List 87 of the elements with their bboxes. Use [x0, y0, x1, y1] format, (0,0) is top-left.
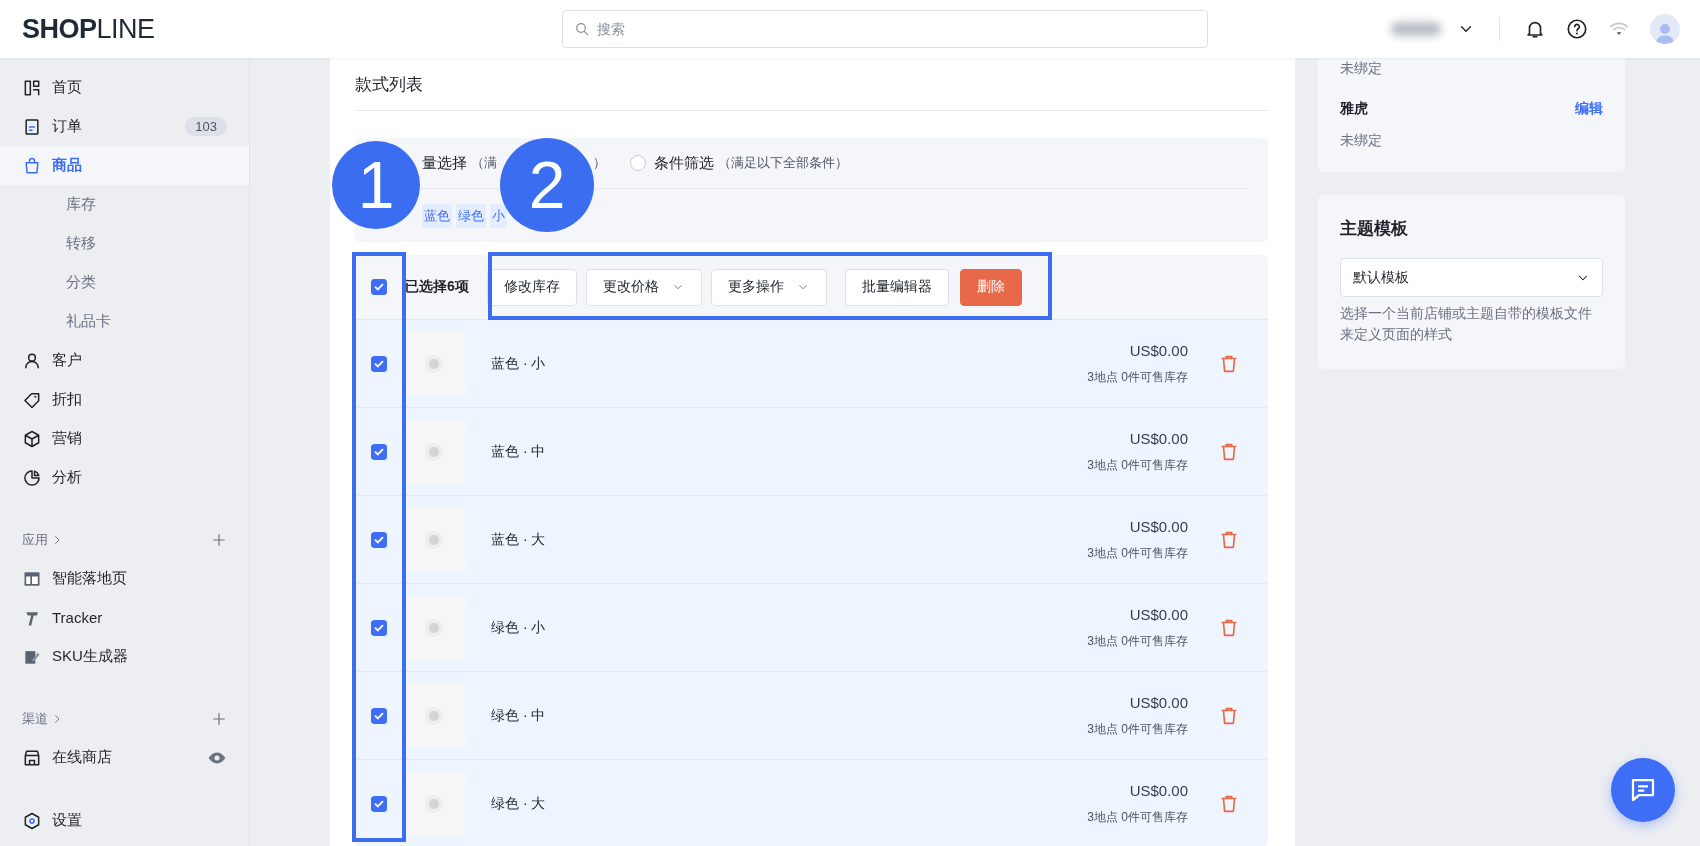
nav-item[interactable]: SKU生成器: [0, 637, 249, 676]
hexagon-gear-icon: [22, 810, 42, 831]
variant-row[interactable]: 蓝色 · 小 US$0.00 3地点 0件可售库存: [355, 319, 1268, 407]
section-title[interactable]: 应用: [22, 531, 48, 549]
hint-text: （满: [471, 154, 497, 172]
checkbox[interactable]: [371, 531, 387, 548]
pie-chart-icon: [22, 467, 42, 488]
logo[interactable]: SHOPLINE: [22, 13, 562, 45]
nav-item[interactable]: 库存: [0, 185, 249, 224]
nav-item[interactable]: 首页: [0, 68, 249, 107]
variant-row[interactable]: 蓝色 · 大 US$0.00 3地点 0件可售库存: [355, 495, 1268, 583]
checkmark-icon: [373, 281, 385, 293]
nav-item[interactable]: 礼品卡: [0, 302, 249, 341]
variant-name: 绿色 · 大: [491, 794, 547, 813]
price: US$0.00: [1129, 517, 1188, 535]
stock-info: 3地点 0件可售库存: [1087, 456, 1188, 474]
template-select[interactable]: 默认模板: [1340, 258, 1603, 297]
variant-row[interactable]: 绿色 · 大 US$0.00 3地点 0件可售库存: [355, 759, 1268, 846]
checkbox[interactable]: [371, 707, 387, 724]
channel-name: 雅虎: [1340, 100, 1368, 118]
variant-name: 蓝色 · 小: [491, 354, 547, 373]
hint-text: ）: [593, 154, 606, 172]
document-icon: [22, 116, 42, 137]
blurred-username: [1391, 22, 1441, 36]
variant-name: 蓝色 · 中: [491, 442, 547, 461]
chat-button[interactable]: [1611, 758, 1675, 822]
status-text: 未绑定: [1340, 131, 1383, 150]
variant-row[interactable]: 蓝色 · 中 US$0.00 3地点 0件可售库存: [355, 407, 1268, 495]
search-icon: [574, 21, 590, 37]
hint-text: （满足以下全部条件）: [718, 154, 848, 172]
shopping-bag-icon: [22, 155, 42, 176]
price: US$0.00: [1129, 605, 1188, 623]
price: US$0.00: [1129, 781, 1188, 799]
price: US$0.00: [1129, 693, 1188, 711]
radio-label: 条件筛选: [654, 153, 714, 173]
variant-row[interactable]: 绿色 · 中 US$0.00 3地点 0件可售库存: [355, 671, 1268, 759]
nav-item[interactable]: 设置: [0, 801, 249, 840]
nav-item[interactable]: 分类: [0, 263, 249, 302]
radio-label: 量选择: [422, 153, 467, 173]
checkbox[interactable]: [371, 279, 387, 295]
action-button[interactable]: 修改库存: [486, 268, 577, 306]
stock-info: 3地点 0件可售库存: [1087, 808, 1188, 826]
checkbox[interactable]: [371, 443, 387, 460]
variant-row[interactable]: 绿色 · 小 US$0.00 3地点 0件可售库存: [355, 583, 1268, 671]
help-text: 选择一个当前店铺或主题自带的模板文件来定义页面的样式: [1340, 305, 1593, 344]
stock-info: 3地点 0件可售库存: [1087, 632, 1188, 650]
checkbox[interactable]: [371, 619, 387, 636]
section-title[interactable]: 渠道: [22, 710, 48, 728]
price: US$0.00: [1129, 429, 1188, 447]
action-button[interactable]: 批量编辑器: [844, 268, 949, 306]
dropdown-button[interactable]: 更多操作: [710, 268, 827, 306]
plus-icon[interactable]: [211, 532, 227, 548]
help-icon[interactable]: [1566, 18, 1588, 40]
nav-item[interactable]: 分析: [0, 458, 249, 497]
variant-name: 绿色 · 小: [491, 618, 547, 637]
plus-icon[interactable]: [211, 711, 227, 727]
count-badge: 103: [185, 117, 227, 136]
stock-info: 3地点 0件可售库存: [1087, 544, 1188, 562]
nav-item[interactable]: 在线商店: [0, 738, 249, 777]
avatar[interactable]: [1650, 14, 1680, 44]
cube-icon: [22, 428, 42, 449]
tag: 蓝色: [422, 203, 452, 228]
variant-name: 绿色 · 中: [491, 706, 547, 725]
nav-item[interactable]: 转移: [0, 224, 249, 263]
price: US$0.00: [1129, 341, 1188, 359]
checkbox[interactable]: [371, 355, 387, 372]
selection-count: 已选择6项: [405, 278, 469, 296]
status-text: 未绑定: [1340, 59, 1383, 78]
nav-item[interactable]: 折扣: [0, 380, 249, 419]
dropdown-button[interactable]: 更改价格: [585, 268, 702, 306]
stock-info: 3地点 0件可售库存: [1087, 368, 1188, 386]
nav-item[interactable]: 商品: [0, 146, 249, 185]
checkbox[interactable]: [371, 795, 387, 812]
search-field[interactable]: 搜索: [562, 10, 1208, 48]
nav-item[interactable]: 订单 103: [0, 107, 249, 146]
nav-item[interactable]: 智能落地页: [0, 559, 249, 598]
nav-item[interactable]: Tracker: [0, 598, 249, 637]
card-title: 主题模板: [1340, 218, 1409, 240]
edit-link[interactable]: 编辑: [1575, 100, 1603, 118]
radio-button[interactable]: [630, 155, 646, 171]
stock-info: 3地点 0件可售库存: [1087, 720, 1188, 738]
nav-item[interactable]: 客户: [0, 341, 249, 380]
section-title: 款式列表: [355, 58, 1268, 111]
variant-name: 蓝色 · 大: [491, 530, 547, 549]
tag: 小: [490, 203, 507, 228]
nav-item[interactable]: 营销: [0, 419, 249, 458]
tag: 绿色: [456, 203, 486, 228]
